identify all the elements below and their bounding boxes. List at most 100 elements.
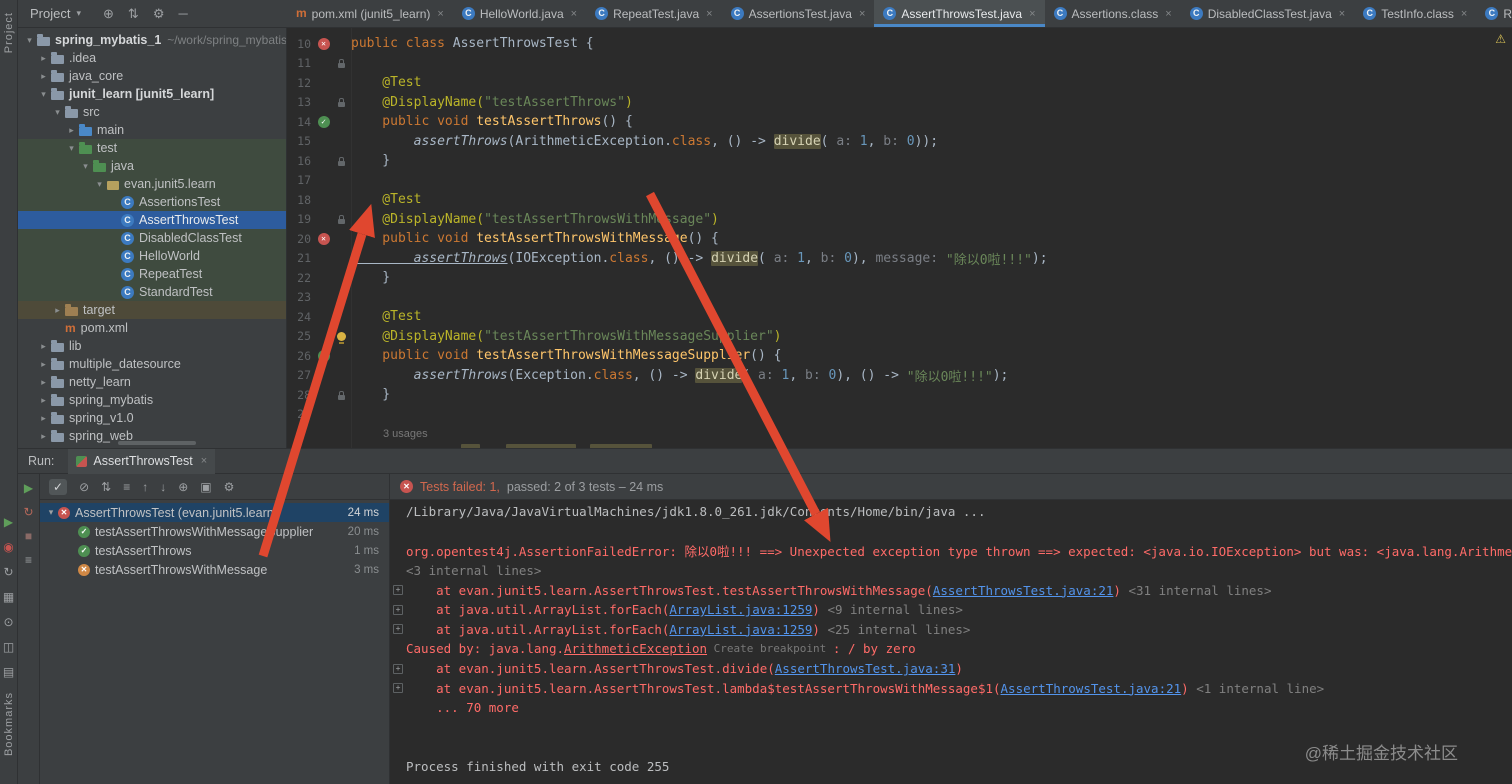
- file-tab[interactable]: C TestInfo.class ×: [1354, 0, 1476, 27]
- sync-icon[interactable]: ↻: [3, 566, 13, 578]
- chevron-down-icon[interactable]: ▾: [78, 161, 93, 172]
- intention-bulb-icon[interactable]: [337, 331, 346, 344]
- file-tab[interactable]: C DisabledClassTest.java ×: [1181, 0, 1355, 27]
- previous-failed-icon[interactable]: ↑: [142, 480, 148, 494]
- build-window-icon[interactable]: ▦: [3, 591, 14, 603]
- code-line[interactable]: 23: [287, 288, 1512, 308]
- test-result-row[interactable]: ✓ testAssertThrowsWithMessageSupplier 20 m…: [40, 522, 389, 541]
- chevron-down-icon[interactable]: ▾: [92, 179, 107, 190]
- profiler-icon[interactable]: ◉: [3, 541, 13, 553]
- code-line[interactable]: 17: [287, 171, 1512, 191]
- file-tab[interactable]: C HelloWorld.java ×: [453, 0, 586, 27]
- gutter-run-slot[interactable]: ✕: [315, 37, 332, 50]
- tree-item[interactable]: ▸ main: [18, 121, 286, 139]
- stacktrace-link[interactable]: ArrayList.java:1259: [669, 622, 812, 637]
- file-tab[interactable]: C RepeatTest.java ×: [586, 0, 722, 27]
- gutter-run-slot[interactable]: ✓: [315, 115, 332, 128]
- stacktrace-link[interactable]: AssertThrowsTest.java:21: [933, 583, 1114, 598]
- horizontal-scrollbar-thumb[interactable]: [118, 441, 196, 445]
- chevron-down-icon[interactable]: ▾: [44, 507, 58, 518]
- chevron-right-icon[interactable]: ▸: [36, 413, 51, 424]
- code-line[interactable]: 21 assertThrows (IOException. class, () ->…: [287, 249, 1512, 269]
- tree-item[interactable]: ▾ spring_mybatis_1 ~/work/spring_mybatis…: [18, 31, 286, 49]
- test-settings-icon[interactable]: ⚙: [224, 480, 235, 494]
- settings-gear-icon[interactable]: ⚙: [153, 7, 165, 20]
- tree-item[interactable]: ▾ test: [18, 139, 286, 157]
- group-by-icon[interactable]: ≡: [123, 480, 130, 494]
- gutter-run-slot[interactable]: ✕: [315, 232, 332, 245]
- code-line[interactable]: 27 assertThrows (Exception. class, () -> d…: [287, 366, 1512, 386]
- chevron-right-icon[interactable]: ▸: [36, 359, 51, 370]
- file-tab[interactable]: m pom.xml (junit5_learn) ×: [287, 0, 453, 27]
- chevron-down-icon[interactable]: ▾: [22, 35, 37, 46]
- services-icon[interactable]: ◫: [3, 641, 14, 653]
- code-line[interactable]: 28 }: [287, 385, 1512, 405]
- chevron-right-icon[interactable]: ▸: [64, 125, 79, 136]
- code-line[interactable]: 22 }: [287, 268, 1512, 288]
- run-tab[interactable]: AssertThrowsTest ×: [68, 448, 216, 474]
- project-stripe-button[interactable]: Project: [3, 12, 15, 53]
- test-history-icon[interactable]: ≡: [25, 554, 32, 566]
- file-tab[interactable]: C AssertThrowsTest.java ×: [874, 0, 1045, 27]
- rerun-tests-icon[interactable]: ▶: [24, 482, 33, 494]
- file-tab[interactable]: CRepetitionInfo.class×: [1476, 0, 1512, 27]
- fold-expand-icon[interactable]: +: [393, 683, 403, 694]
- tab-close-icon[interactable]: ×: [706, 8, 712, 20]
- tree-item[interactable]: ▾ evan.junit5.learn: [18, 175, 286, 193]
- fold-expand-icon[interactable]: +: [393, 604, 403, 615]
- code-editor[interactable]: 10 ✕ public class AssertThrowsTest {11 12 @…: [287, 28, 1512, 448]
- test-result-row[interactable]: ✓ testAssertThrows 1 ms: [40, 541, 389, 560]
- stacktrace-link[interactable]: AssertThrowsTest.java:31: [775, 661, 956, 676]
- code-line[interactable]: 26 ✓ public void testAssertThrowsWithMess…: [287, 346, 1512, 366]
- code-line[interactable]: 14 ✓ public void testAssertThrows() {: [287, 112, 1512, 132]
- test-passed-icon[interactable]: ✓: [317, 115, 330, 128]
- inspection-warning-icon[interactable]: ⚠: [1495, 32, 1506, 46]
- tree-item[interactable]: ▾ java: [18, 157, 286, 175]
- chevron-right-icon[interactable]: ▸: [36, 53, 51, 64]
- fold-expand-icon[interactable]: +: [393, 663, 403, 674]
- code-line[interactable]: 16 }: [287, 151, 1512, 171]
- tab-close-icon[interactable]: ×: [201, 455, 207, 467]
- pin-icon[interactable]: ▤: [3, 666, 14, 678]
- code-line[interactable]: 13 @DisplayName("testAssertThrows"): [287, 93, 1512, 113]
- show-ignored-icon[interactable]: ⊘: [79, 480, 89, 494]
- stacktrace-link[interactable]: AssertThrowsTest.java:21: [1001, 681, 1182, 696]
- chevron-down-icon[interactable]: ▾: [36, 89, 51, 100]
- test-failed-icon[interactable]: ✕: [317, 232, 330, 245]
- stop-icon[interactable]: ■: [25, 530, 32, 542]
- tab-close-icon[interactable]: ×: [1339, 8, 1345, 20]
- code-line[interactable]: 11: [287, 54, 1512, 74]
- rerun-failed-icon[interactable]: ↻: [23, 506, 33, 518]
- tree-item[interactable]: ▾ src: [18, 103, 286, 121]
- code-line[interactable]: 12 @Test: [287, 73, 1512, 93]
- bookmarks-stripe-button[interactable]: Bookmarks: [3, 692, 15, 756]
- code-line[interactable]: 15 assertThrows (ArithmeticException. clas…: [287, 132, 1512, 152]
- tree-item[interactable]: C StandardTest: [18, 283, 286, 301]
- hide-panel-icon[interactable]: ─: [178, 7, 187, 20]
- tree-item[interactable]: ▸ spring_v1.0: [18, 409, 286, 427]
- run-window-icon[interactable]: ▶: [4, 516, 13, 528]
- next-failed-icon[interactable]: ↓: [160, 480, 166, 494]
- navigate-source-icon[interactable]: ⊕: [178, 480, 188, 494]
- sort-by-duration-icon[interactable]: ⇅: [101, 480, 111, 494]
- tree-item[interactable]: C DisabledClassTest: [18, 229, 286, 247]
- show-passed-icon[interactable]: ✓: [49, 478, 68, 495]
- tree-item[interactable]: C RepeatTest: [18, 265, 286, 283]
- chevron-down-icon[interactable]: ▾: [64, 143, 79, 154]
- fold-expand-icon[interactable]: +: [393, 585, 403, 596]
- tree-item[interactable]: ▸ netty_learn: [18, 373, 286, 391]
- code-line[interactable]: 18 @Test: [287, 190, 1512, 210]
- test-result-row[interactable]: ▾ ✕ AssertThrowsTest (evan.junit5.learn) 24…: [40, 503, 389, 522]
- test-failed-icon[interactable]: ✕: [317, 37, 330, 50]
- chevron-right-icon[interactable]: ▸: [36, 71, 51, 82]
- tab-close-icon[interactable]: ×: [1029, 8, 1035, 20]
- code-line[interactable]: 19 @DisplayName("testAssertThrowsWithMes…: [287, 210, 1512, 230]
- code-line[interactable]: 10 ✕ public class AssertThrowsTest {: [287, 34, 1512, 54]
- tab-close-icon[interactable]: ×: [1165, 8, 1171, 20]
- tree-item[interactable]: m pom.xml: [18, 319, 286, 337]
- fold-expand-icon[interactable]: +: [393, 624, 403, 635]
- stacktrace-link[interactable]: ArrayList.java:1259: [669, 602, 812, 617]
- file-tab[interactable]: C Assertions.class ×: [1045, 0, 1181, 27]
- tree-item[interactable]: C HelloWorld: [18, 247, 286, 265]
- tree-item[interactable]: C AssertionsTest: [18, 193, 286, 211]
